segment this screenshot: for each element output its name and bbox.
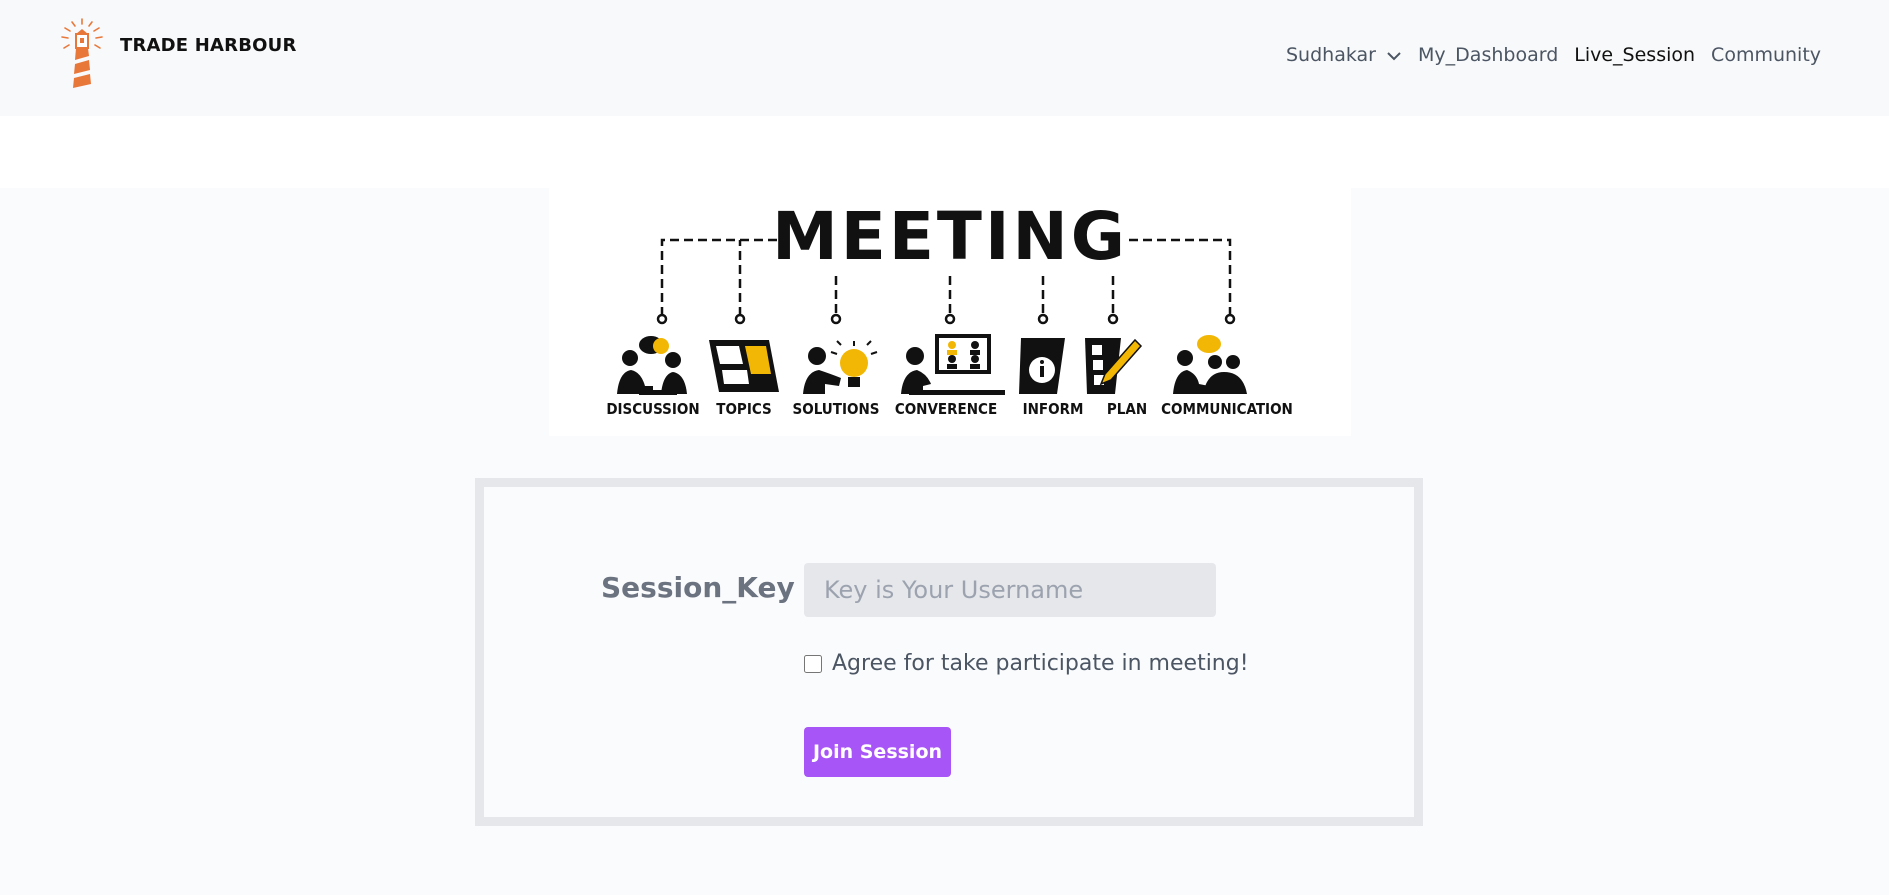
meeting-banner: MEETING DISCUSSION TOPICS SOLUTIONS CONV… — [549, 188, 1351, 436]
topics-icon — [709, 340, 779, 392]
inform-icon — [1019, 338, 1065, 394]
banner-label: INFORM — [1022, 400, 1084, 418]
nav-my-dashboard[interactable]: My_Dashboard — [1418, 44, 1558, 66]
join-session-button[interactable]: Join Session — [804, 727, 951, 777]
nav-community[interactable]: Community — [1711, 44, 1821, 66]
solutions-icon — [803, 340, 878, 394]
banner-label: SOLUTIONS — [792, 400, 880, 418]
chevron-down-icon — [1387, 51, 1401, 60]
banner-label: DISCUSSION — [606, 400, 700, 418]
brand-name: TRADE HARBOUR — [120, 34, 297, 56]
plan-icon — [1085, 338, 1143, 394]
agree-label: Agree for take participate in meeting! — [832, 651, 1249, 676]
banner-title: MEETING — [772, 198, 1128, 275]
user-menu-dropdown[interactable]: Sudhakar — [1286, 44, 1402, 66]
nav-live-session[interactable]: Live_Session — [1574, 44, 1695, 66]
banner-label: COMMUNICATION — [1161, 400, 1293, 418]
session-key-label: Session_Key : — [601, 571, 816, 604]
lighthouse-logo-icon — [61, 18, 103, 88]
banner-label: PLAN — [1106, 400, 1148, 418]
navbar: TRADE HARBOUR Sudhakar My_Dashboard Live… — [0, 0, 1889, 116]
user-name: Sudhakar — [1286, 44, 1376, 66]
session-key-input[interactable] — [804, 563, 1216, 617]
spacer-band — [0, 116, 1889, 188]
conference-icon — [901, 334, 1005, 395]
agree-row: Agree for take participate in meeting! — [804, 651, 1249, 676]
banner-label: CONVERENCE — [894, 400, 998, 418]
agree-checkbox[interactable] — [804, 654, 822, 673]
brand-link[interactable]: TRADE HARBOUR — [56, 18, 297, 92]
banner-labels: DISCUSSION TOPICS SOLUTIONS CONVERENCE I… — [549, 400, 1351, 424]
banner-label: TOPICS — [716, 400, 772, 418]
nav-links: Sudhakar My_Dashboard Live_Session Commu… — [1286, 44, 1837, 66]
discussion-icon — [617, 336, 687, 395]
join-session-card: Session_Key : Agree for take participate… — [475, 478, 1423, 826]
communication-icon — [1173, 335, 1247, 394]
